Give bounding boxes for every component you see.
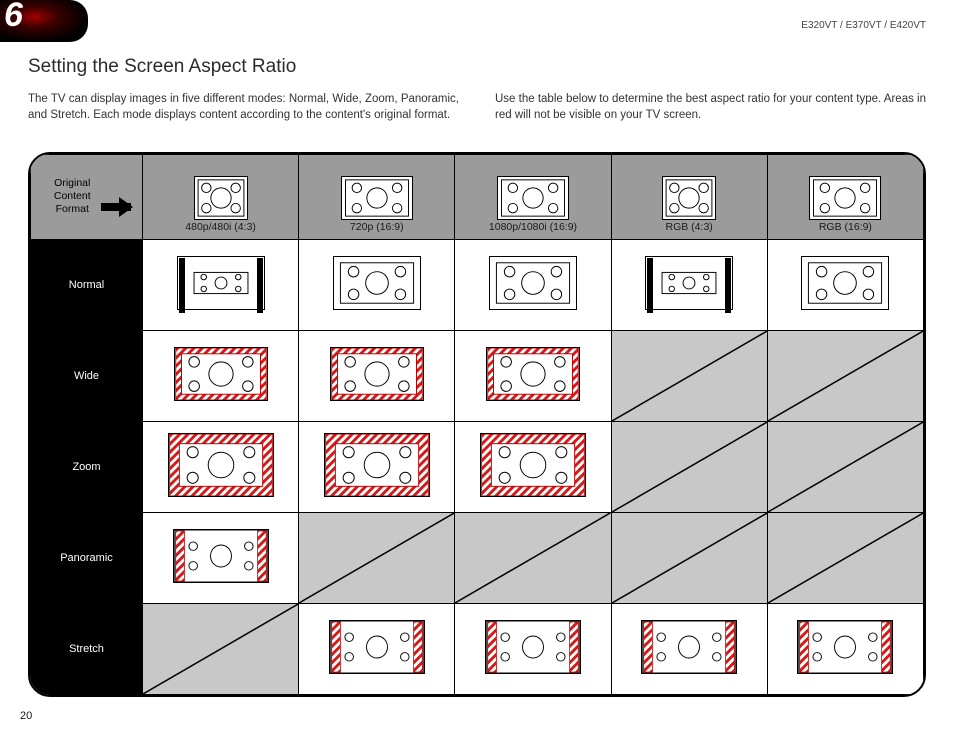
intro-right: Use the table below to determine the bes… (495, 92, 926, 123)
aspect-ratio-table: Original Content Format 480p/480i (4:3) (28, 152, 926, 697)
table-cell (455, 331, 611, 422)
intro-text: The TV can display images in five differ… (28, 92, 926, 123)
table-cell (767, 422, 923, 513)
table-cell (767, 240, 923, 331)
table-cell (143, 422, 299, 513)
table-cell (455, 240, 611, 331)
table-cell (611, 240, 767, 331)
table-cell (299, 422, 455, 513)
row-header: Stretch (31, 604, 143, 695)
page-number: 20 (20, 710, 32, 722)
table-cell (299, 331, 455, 422)
table-cell (611, 422, 767, 513)
intro-left: The TV can display images in five differ… (28, 92, 459, 123)
row-header: Panoramic (31, 513, 143, 604)
table-cell (143, 240, 299, 331)
table-cell (767, 331, 923, 422)
chapter-badge: 6 (0, 0, 88, 42)
col-label: 480p/480i (4:3) (143, 221, 298, 233)
col-header: RGB (4:3) (611, 155, 767, 240)
table-cell (143, 331, 299, 422)
col-header: 1080p/1080i (16:9) (455, 155, 611, 240)
row-header: Wide (31, 331, 143, 422)
corner-label: Original Content Format (54, 177, 91, 215)
col-label: RGB (16:9) (768, 221, 923, 233)
table-cell (299, 240, 455, 331)
table-cell (143, 604, 299, 695)
table-cell (299, 604, 455, 695)
model-list: E320VT / E370VT / E420VT (801, 20, 926, 31)
col-header: RGB (16:9) (767, 155, 923, 240)
col-header: 480p/480i (4:3) (143, 155, 299, 240)
col-label: 720p (16:9) (299, 221, 454, 233)
table-cell (611, 604, 767, 695)
row-header: Zoom (31, 422, 143, 513)
chapter-number: 6 (4, 0, 23, 35)
table-cell (767, 604, 923, 695)
table-cell (299, 513, 455, 604)
table-cell (611, 513, 767, 604)
arrow-icon (101, 203, 131, 211)
table-cell (455, 422, 611, 513)
table-cell (143, 513, 299, 604)
table-corner: Original Content Format (31, 155, 143, 240)
table-cell (455, 604, 611, 695)
table-cell (767, 513, 923, 604)
row-header: Normal (31, 240, 143, 331)
table-cell (455, 513, 611, 604)
col-header: 720p (16:9) (299, 155, 455, 240)
table-cell (611, 331, 767, 422)
page-title: Setting the Screen Aspect Ratio (28, 56, 296, 78)
col-label: 1080p/1080i (16:9) (455, 221, 610, 233)
col-label: RGB (4:3) (612, 221, 767, 233)
